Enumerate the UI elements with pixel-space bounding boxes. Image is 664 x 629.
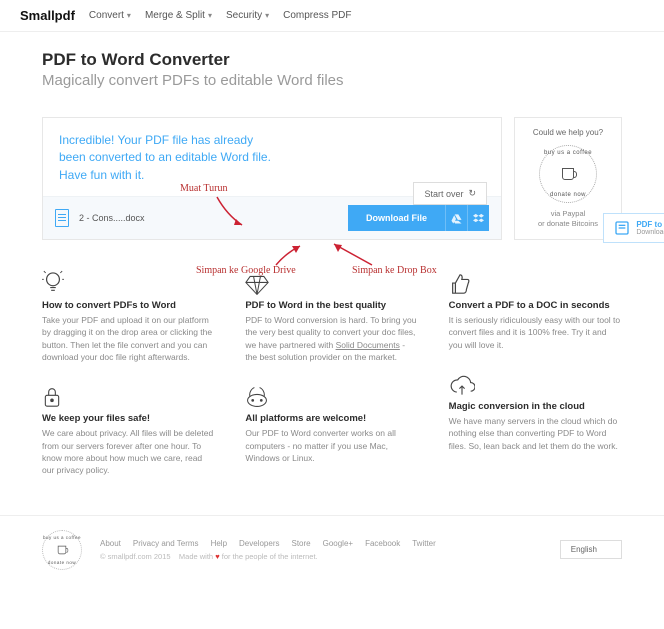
chevron-down-icon: ▾	[265, 11, 269, 20]
coffee-badge[interactable]: buy us a coffee donate now	[539, 145, 597, 203]
feature-safe: We keep your files safe! We care about p…	[42, 381, 215, 476]
success-message: Incredible! Your PDF file has already be…	[59, 132, 279, 184]
download-file-button[interactable]: Download File	[348, 205, 445, 231]
donate-bitcoin-link[interactable]: or donate Bitcoins	[538, 219, 598, 229]
start-over-button[interactable]: Start over ↻	[413, 182, 487, 205]
heart-icon: ♥	[215, 552, 219, 561]
feature-platforms: All platforms are welcome! Our PDF to Wo…	[245, 381, 418, 464]
document-icon	[55, 209, 69, 227]
lightbulb-icon	[42, 268, 215, 296]
refresh-icon: ↻	[468, 188, 476, 199]
footer-privacy[interactable]: Privacy and Terms	[133, 539, 199, 548]
promo-card[interactable]: PDF to Office Software Download here »	[603, 213, 664, 243]
chevron-down-icon: ▾	[208, 11, 212, 20]
swiss-knife-icon	[245, 381, 418, 409]
solid-documents-link[interactable]: Solid Documents	[336, 340, 400, 350]
nav-merge-split[interactable]: Merge & Split▾	[145, 10, 212, 21]
lock-icon	[42, 381, 215, 409]
copyright: © smallpdf.com 2015 Made with ♥ for the …	[100, 552, 436, 561]
feature-quality: PDF to Word in the best quality PDF to W…	[245, 268, 418, 363]
features-grid: How to convert PDFs to Word Take your PD…	[42, 268, 622, 495]
nav-security[interactable]: Security▾	[226, 10, 269, 21]
nav-convert[interactable]: Convert▾	[89, 10, 131, 21]
result-panel: Incredible! Your PDF file has already be…	[42, 117, 502, 240]
donate-paypal-link[interactable]: via Paypal	[551, 209, 586, 219]
coffee-cup-icon	[562, 168, 574, 180]
page-subtitle: Magically convert PDFs to editable Word …	[42, 72, 622, 89]
footer-developers[interactable]: Developers	[239, 539, 279, 548]
footer-google[interactable]: Google+	[323, 539, 353, 548]
footer-twitter[interactable]: Twitter	[412, 539, 436, 548]
google-drive-icon	[451, 213, 462, 224]
chevron-down-icon: ▾	[127, 11, 131, 20]
dropbox-icon	[473, 213, 484, 224]
annotation-arrow	[330, 241, 376, 267]
cloud-upload-icon	[449, 369, 622, 397]
brand-logo[interactable]: Smallpdf	[20, 8, 75, 23]
feature-seconds: Convert a PDF to a DOC in seconds It is …	[449, 268, 622, 351]
footer-about[interactable]: About	[100, 539, 121, 548]
annotation-arrow	[272, 243, 306, 267]
help-text: Could we help you?	[533, 128, 603, 137]
office-icon	[614, 220, 630, 236]
footer-coffee-badge[interactable]: buy us a coffee donate now	[42, 530, 82, 570]
nav-compress[interactable]: Compress PDF	[283, 10, 351, 21]
save-dropbox-button[interactable]	[467, 205, 489, 231]
coffee-cup-icon	[58, 545, 66, 553]
feature-how-to: How to convert PDFs to Word Take your PD…	[42, 268, 215, 363]
language-selector[interactable]: English	[560, 540, 622, 559]
thumbs-up-icon	[449, 268, 622, 296]
footer-facebook[interactable]: Facebook	[365, 539, 400, 548]
footer: buy us a coffee donate now About Privacy…	[0, 515, 664, 600]
diamond-icon	[245, 268, 418, 296]
save-google-drive-button[interactable]	[445, 205, 467, 231]
output-filename: 2 - Cons.....docx	[79, 213, 338, 223]
top-nav: Smallpdf Convert▾ Merge & Split▾ Securit…	[0, 0, 664, 32]
page-title: PDF to Word Converter	[42, 50, 622, 70]
footer-help[interactable]: Help	[211, 539, 227, 548]
feature-cloud: Magic conversion in the cloud We have ma…	[449, 369, 622, 452]
footer-store[interactable]: Store	[291, 539, 310, 548]
